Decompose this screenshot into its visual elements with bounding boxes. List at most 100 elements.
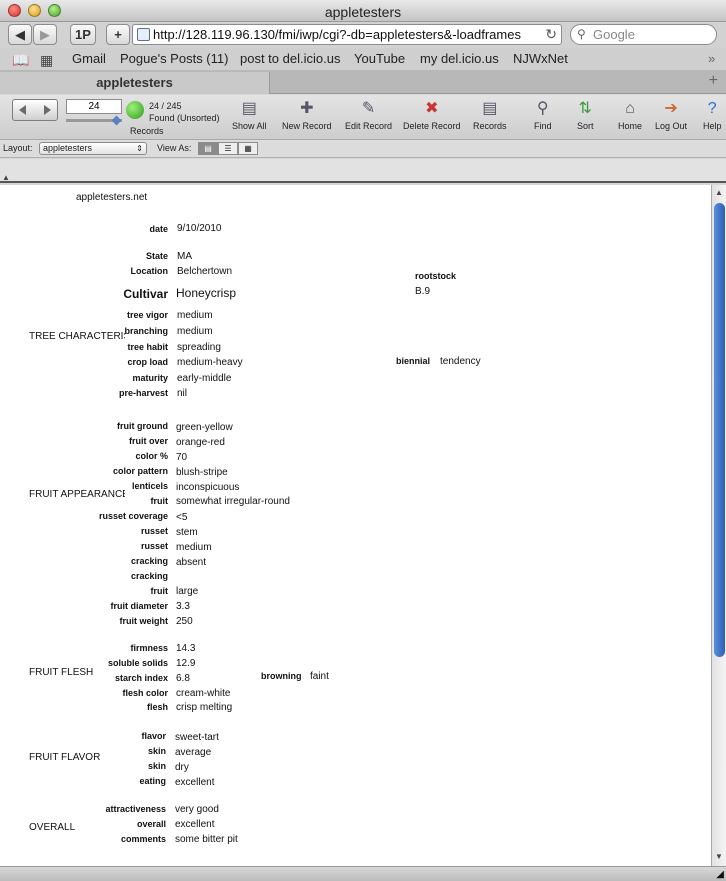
field-label: biennial <box>396 356 431 366</box>
field-value[interactable]: medium <box>177 326 213 337</box>
search-icon: ⚲ <box>577 27 586 41</box>
field-value[interactable]: medium <box>177 310 213 321</box>
bookmarks-overflow-icon[interactable]: » <box>708 51 715 66</box>
bookmark-item[interactable]: YouTube <box>354 51 405 66</box>
field-value[interactable]: 12.9 <box>176 658 195 669</box>
field-label: overall <box>136 819 166 829</box>
new-record-button[interactable]: ✚ New Record <box>282 99 332 131</box>
layout-label: Layout: <box>3 143 33 153</box>
bookmark-item[interactable]: Gmail <box>72 51 106 66</box>
back-button[interactable]: ◀ <box>8 24 32 45</box>
field-value[interactable]: dry <box>175 762 189 773</box>
field-value[interactable]: orange-red <box>176 437 225 448</box>
home-button[interactable]: ⌂ Home <box>618 99 642 131</box>
view-table-button[interactable]: ▦ <box>238 142 258 155</box>
field-value[interactable]: medium-heavy <box>177 357 243 368</box>
field-value[interactable]: nil <box>177 388 187 399</box>
bookmark-item[interactable]: Pogue's Posts (11) <box>120 51 228 66</box>
field-value[interactable]: 9/10/2010 <box>177 223 222 234</box>
delete-record-button[interactable]: ✖ Delete Record <box>403 99 461 131</box>
field-value[interactable]: 250 <box>176 616 193 627</box>
field-value[interactable]: large <box>176 586 198 597</box>
log-out-button[interactable]: ➔ Log Out <box>655 99 687 131</box>
add-bookmark-button[interactable]: + <box>106 24 130 45</box>
top-sites-grid-icon[interactable]: ▦ <box>40 52 53 69</box>
scrollbar-thumb[interactable] <box>714 203 725 657</box>
reload-icon[interactable]: ↻ <box>545 25 557 44</box>
onepassword-button[interactable]: 1P <box>70 24 96 45</box>
field-label: fruit weight <box>119 616 169 626</box>
field-value[interactable]: green-yellow <box>176 422 233 433</box>
field-value[interactable]: stem <box>176 527 198 538</box>
bookmarks-book-icon[interactable]: 📖 <box>12 52 29 69</box>
field-value[interactable]: faint <box>310 671 329 682</box>
chevron-updown-icon: ⇕ <box>136 144 143 153</box>
scroll-down-icon[interactable]: ▼ <box>715 852 723 861</box>
record-slider-thumb[interactable] <box>111 115 122 126</box>
new-tab-button[interactable]: + <box>709 72 718 90</box>
field-value[interactable]: early-middle <box>177 373 231 384</box>
view-form-button[interactable]: ▤ <box>198 142 218 155</box>
resize-grip-icon[interactable]: ◢ <box>716 869 724 880</box>
field-label: date <box>149 224 168 234</box>
layout-selected-value: appletesters <box>43 143 93 153</box>
field-value[interactable]: somewhat irregular-round <box>176 496 290 507</box>
field-label: cracking <box>130 571 168 581</box>
field-label: branching <box>124 326 168 336</box>
field-value[interactable]: spreading <box>177 342 221 353</box>
window-title: appletesters <box>324 4 402 20</box>
new-record-icon: ✚ <box>300 100 314 117</box>
tab-appletesters[interactable]: appletesters <box>0 72 270 94</box>
field-value[interactable]: tendency <box>440 356 481 367</box>
field-value[interactable]: <5 <box>176 512 187 523</box>
field-value[interactable]: crisp melting <box>176 702 232 713</box>
field-value[interactable]: 14.3 <box>176 643 195 654</box>
layout-select[interactable]: appletesters ⇕ <box>39 142 147 155</box>
field-value[interactable]: MA <box>177 251 192 262</box>
field-value[interactable]: absent <box>176 557 206 568</box>
field-value[interactable]: average <box>175 747 211 758</box>
help-button[interactable]: ? Help <box>703 99 722 131</box>
edit-record-button[interactable]: ✎ Edit Record <box>345 99 392 131</box>
field-value[interactable]: very good <box>175 804 219 815</box>
records-menu-button[interactable]: ▤ Records <box>473 99 507 131</box>
field-value[interactable]: inconspicuous <box>176 482 239 493</box>
field-value[interactable]: Belchertown <box>177 266 232 277</box>
vertical-scrollbar[interactable]: ▲ ▼ <box>711 185 726 866</box>
bookmark-item[interactable]: post to del.icio.us <box>240 51 340 66</box>
scroll-up-icon[interactable]: ▲ <box>715 188 723 197</box>
field-label: soluble solids <box>107 658 168 668</box>
field-value[interactable]: 6.8 <box>176 673 190 684</box>
field-value[interactable]: B.9 <box>415 286 430 297</box>
field-label: skin <box>147 746 166 756</box>
show-all-button[interactable]: ▤ Show All <box>232 99 267 131</box>
field-value[interactable]: excellent <box>175 819 214 830</box>
address-bar[interactable]: http://128.119.96.130/fmi/iwp/cgi?-db=ap… <box>132 24 562 45</box>
record-book-icon[interactable] <box>12 99 58 121</box>
search-field[interactable]: ⚲ Google <box>570 24 717 45</box>
field-value[interactable]: Honeycrisp <box>176 286 236 300</box>
forward-button[interactable]: ▶ <box>33 24 57 45</box>
section-title: FRUIT FLAVOR <box>29 752 101 763</box>
field-value[interactable]: 3.3 <box>176 601 190 612</box>
field-label: comments <box>120 834 166 844</box>
sort-button[interactable]: ⇅ Sort <box>577 99 594 131</box>
field-value[interactable]: 70 <box>176 452 187 463</box>
field-label: fruit over <box>128 436 168 446</box>
field-value[interactable]: some bitter pit <box>175 834 238 845</box>
find-button[interactable]: ⚲ Find <box>534 99 552 131</box>
filemaker-toolbar: 24 24 / 245 Found (Unsorted) Records ▤ Sh… <box>0 95 726 140</box>
field-label: attractiveness <box>105 804 166 814</box>
record-content: appletesters.net date 9/10/2010 State MA… <box>0 185 711 866</box>
field-value[interactable]: blush-stripe <box>176 467 228 478</box>
field-value[interactable]: cream-white <box>176 688 230 699</box>
field-value[interactable]: sweet-tart <box>175 732 219 743</box>
view-list-button[interactable]: ☰ <box>218 142 238 155</box>
field-value[interactable]: excellent <box>175 777 214 788</box>
bookmark-item[interactable]: NJWxNet <box>513 51 568 66</box>
field-value[interactable]: medium <box>176 542 212 553</box>
window-titlebar: appletesters <box>0 0 726 22</box>
field-label: color % <box>135 451 168 461</box>
record-number-input[interactable]: 24 <box>66 99 122 114</box>
bookmark-item[interactable]: my del.icio.us <box>420 51 499 66</box>
